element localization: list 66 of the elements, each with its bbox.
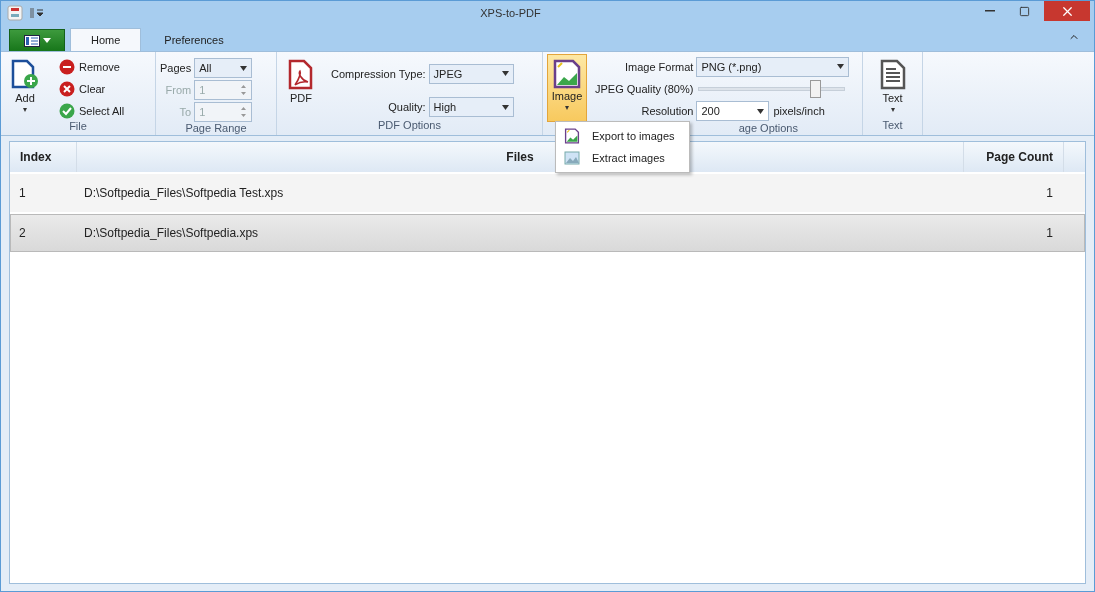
- field-label: From: [164, 84, 192, 96]
- slider-thumb[interactable]: [810, 80, 821, 98]
- add-button[interactable]: Add ▾: [5, 54, 45, 120]
- resolution-dropdown[interactable]: 200: [696, 101, 770, 122]
- close-icon: [59, 81, 75, 97]
- group-label: Page Range: [184, 122, 248, 135]
- document-icon: [23, 34, 40, 47]
- spin-arrows-icon: [240, 106, 248, 118]
- window-title: XPS-to-PDF: [479, 7, 542, 19]
- table-cell-text: 1: [1045, 185, 1054, 202]
- dropdown-arrow-icon: [501, 104, 509, 110]
- table-cell-text: D:\Softpedia_Files\Softpedia.xps: [83, 225, 260, 242]
- ribbon-button[interactable]: Select All: [59, 102, 125, 120]
- column-header[interactable]: Page Count: [964, 142, 1064, 172]
- dropdown-arrow-icon: [837, 64, 845, 70]
- quality-dropdown[interactable]: High: [428, 97, 514, 118]
- add-file-icon: [10, 59, 40, 91]
- app-menu-button[interactable]: [9, 29, 65, 51]
- field-label: Pages: [160, 62, 192, 74]
- group-label: PDF Options: [377, 119, 442, 133]
- table-cell-text: D:\Softpedia_Files\Softpedia Test.xps: [83, 185, 285, 202]
- text-document-icon: [878, 59, 907, 91]
- field-label: Compression Type:: [331, 67, 426, 80]
- spin-arrows-icon: [240, 84, 248, 96]
- image-icon: [552, 59, 582, 89]
- close-button[interactable]: [1044, 1, 1090, 21]
- ribbon-button[interactable]: Clear: [59, 80, 125, 98]
- group-label: File: [68, 120, 88, 134]
- field-label: JPEG Quality (80%): [595, 83, 694, 95]
- table-cell-text: 1: [1045, 225, 1054, 242]
- format-dropdown[interactable]: PNG (*.png): [696, 56, 850, 77]
- quality-slider[interactable]: [698, 80, 846, 98]
- ribbon-tab[interactable]: Preferences: [143, 28, 245, 51]
- unit-label: pixels/inch: [773, 105, 825, 118]
- field-label: To: [178, 106, 192, 118]
- table-cell-text: 2: [18, 225, 27, 242]
- menu-item[interactable]: Extract images: [556, 147, 689, 169]
- field-label: Image Format: [623, 60, 694, 73]
- field-label: Quality:: [387, 101, 426, 114]
- dropdown-arrow-icon: [501, 71, 509, 77]
- compression-dropdown[interactable]: JPEG: [428, 63, 514, 84]
- field-label: Resolution: [640, 105, 694, 118]
- pages-dropdown[interactable]: All: [194, 58, 253, 78]
- image-button[interactable]: Image ▾: [547, 54, 587, 122]
- maximize-icon: [1018, 5, 1030, 17]
- group-label: Text: [881, 119, 904, 133]
- dropdown-arrow-icon: [240, 65, 248, 71]
- column-header[interactable]: Index: [10, 142, 77, 172]
- dropdown-arrow-icon: [757, 108, 765, 114]
- check-icon: [59, 103, 75, 119]
- ribbon-button[interactable]: Remove: [59, 58, 125, 76]
- pdf-button[interactable]: PDF: [281, 54, 321, 119]
- image-icon: [564, 128, 580, 144]
- minus-icon: [59, 59, 75, 75]
- picture-icon: [564, 150, 580, 166]
- app-icon[interactable]: [7, 5, 23, 21]
- group-label: age Options: [737, 122, 799, 135]
- table-row[interactable]: 1 D:\Softpedia_Files\Softpedia Test.xps 1: [10, 174, 1085, 212]
- table-cell-text: 1: [18, 185, 27, 202]
- pdf-file-icon: [287, 59, 315, 91]
- table-row[interactable]: 2 D:\Softpedia_Files\Softpedia.xps 1: [10, 214, 1085, 252]
- text-button[interactable]: Text ▾: [872, 54, 913, 119]
- minimize-icon: [985, 10, 995, 12]
- quick-access-icon[interactable]: [29, 7, 45, 19]
- ribbon-tab[interactable]: Home: [70, 28, 142, 51]
- caret-icon: [42, 38, 51, 43]
